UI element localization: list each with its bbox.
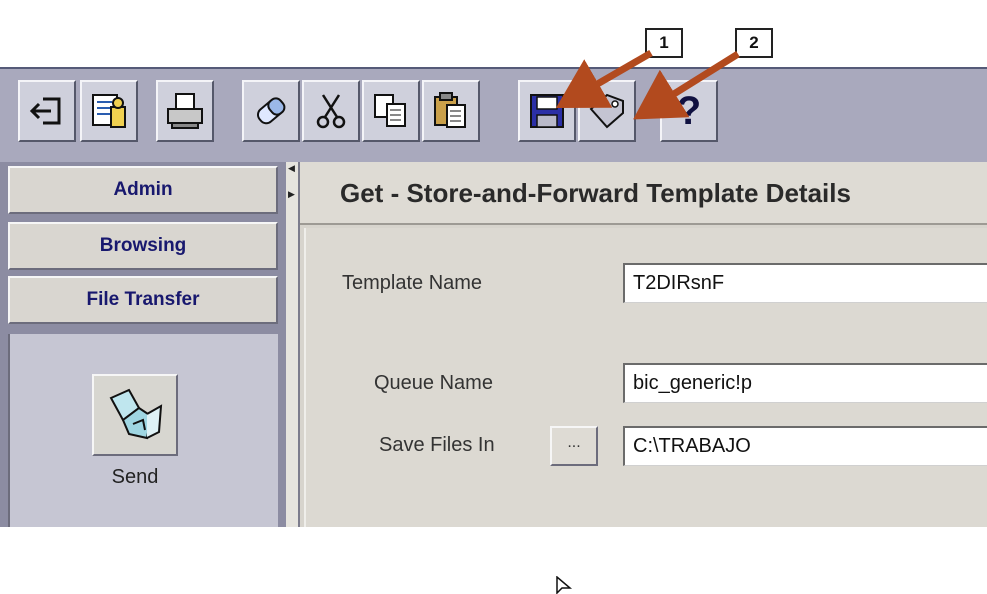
logout-button[interactable] <box>18 80 76 142</box>
collapse-left-icon[interactable]: ◀ <box>288 164 295 173</box>
send-button[interactable] <box>92 374 178 456</box>
queue-name-input[interactable] <box>623 363 987 403</box>
save-files-in-input[interactable] <box>623 426 987 466</box>
directory-button[interactable] <box>80 80 138 142</box>
print-button[interactable] <box>156 80 214 142</box>
send-icon <box>109 388 163 440</box>
nav-browsing[interactable]: Browsing <box>8 222 278 270</box>
print-icon <box>167 93 203 129</box>
browse-button[interactable]: ... <box>550 426 598 466</box>
nav-file-transfer[interactable]: File Transfer <box>8 276 278 324</box>
template-name-input[interactable] <box>623 263 987 303</box>
panel-splitter[interactable]: ◀ ▶ <box>286 162 300 527</box>
tag-icon <box>589 93 624 129</box>
queue-name-label: Queue Name <box>374 372 493 394</box>
template-name-label: Template Name <box>342 272 483 294</box>
directory-icon <box>92 94 126 128</box>
callout-2: 2 <box>735 28 773 58</box>
cut-icon <box>316 94 346 129</box>
paste-button[interactable] <box>422 80 480 142</box>
expand-right-icon[interactable]: ▶ <box>288 190 295 199</box>
tag-button[interactable] <box>578 80 636 142</box>
file-transfer-panel: Send <box>8 334 278 527</box>
left-navigation: Admin Browsing File Transfer Send <box>0 162 292 527</box>
copy-icon <box>374 94 406 127</box>
logout-icon <box>29 97 61 125</box>
eraser-icon <box>256 97 286 125</box>
save-icon <box>530 94 564 128</box>
callout-1: 1 <box>645 28 683 58</box>
nav-admin[interactable]: Admin <box>8 166 278 214</box>
eraser-button[interactable] <box>242 80 300 142</box>
template-details-form: Template Name Queue Name Save Files In .… <box>304 228 987 594</box>
help-button[interactable]: ? <box>660 80 718 142</box>
paste-icon <box>434 92 466 128</box>
copy-button[interactable] <box>362 80 420 142</box>
cut-button[interactable] <box>302 80 360 142</box>
main-content: Get - Store-and-Forward Template Details… <box>300 162 987 594</box>
save-button[interactable] <box>518 80 576 142</box>
save-files-in-label: Save Files In <box>379 434 495 456</box>
send-label: Send <box>111 466 159 488</box>
title-bar: Get - Store-and-Forward Template Details <box>300 162 987 225</box>
mouse-cursor-icon <box>556 576 573 594</box>
page-title: Get - Store-and-Forward Template Details <box>340 178 851 208</box>
help-icon: ? <box>676 88 702 133</box>
toolbar: ? <box>0 67 987 162</box>
